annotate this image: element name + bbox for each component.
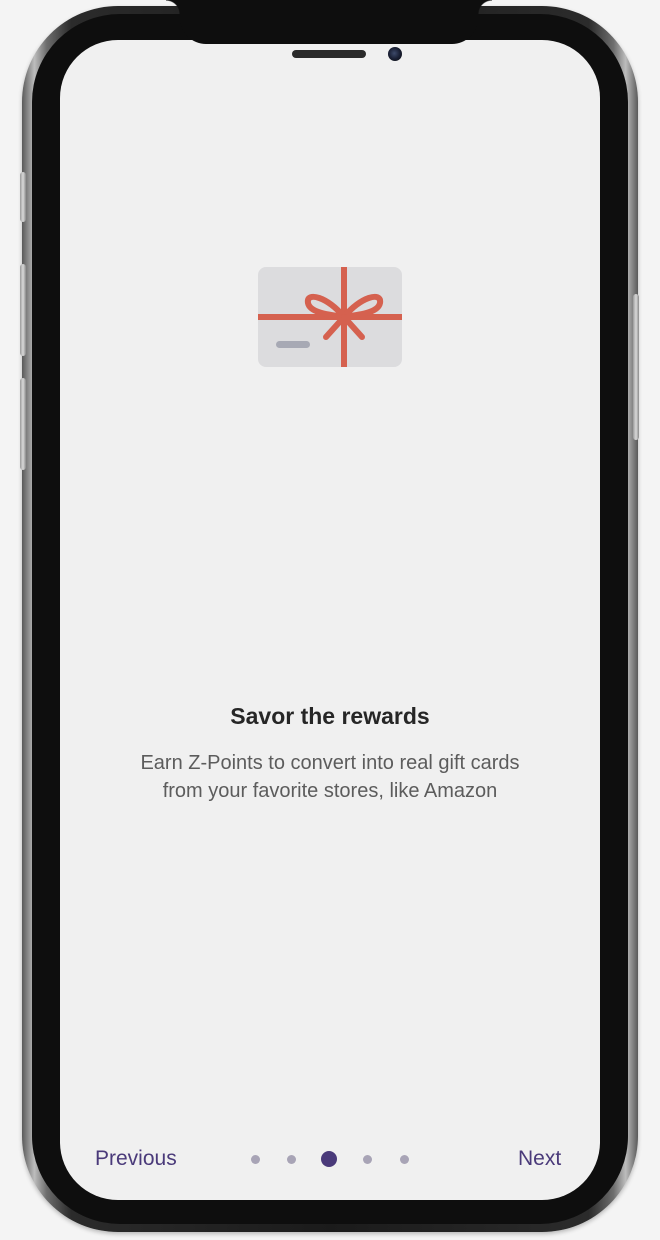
- power-button: [633, 294, 639, 440]
- app-screen: [60, 40, 600, 1200]
- onboarding-description: Earn Z-Points to convert into real gift …: [60, 749, 600, 805]
- page-dot-1[interactable]: [251, 1155, 260, 1164]
- gift-card-icon: [258, 267, 402, 367]
- previous-button[interactable]: Previous: [95, 1147, 177, 1171]
- page-indicator: [248, 1150, 412, 1168]
- next-button[interactable]: Next: [518, 1147, 561, 1171]
- notch-corner-right: [478, 0, 492, 14]
- page-dot-5[interactable]: [400, 1155, 409, 1164]
- volume-down-button: [20, 378, 26, 470]
- page-dot-2[interactable]: [287, 1155, 296, 1164]
- page-dot-3[interactable]: [321, 1151, 337, 1167]
- earpiece-speaker: [292, 50, 366, 58]
- notch-corner-left: [166, 0, 180, 14]
- gift-card-stripe: [276, 341, 310, 348]
- phone-notch: [180, 0, 478, 44]
- onboarding-title: Savor the rewards: [230, 703, 430, 729]
- description-line-1: Earn Z-Points to convert into real gift …: [140, 752, 520, 774]
- page-dot-4[interactable]: [363, 1155, 372, 1164]
- silent-switch: [20, 172, 26, 222]
- front-camera: [388, 47, 402, 61]
- volume-up-button: [20, 264, 26, 356]
- description-line-2: from your favorite stores, like Amazon: [162, 780, 498, 802]
